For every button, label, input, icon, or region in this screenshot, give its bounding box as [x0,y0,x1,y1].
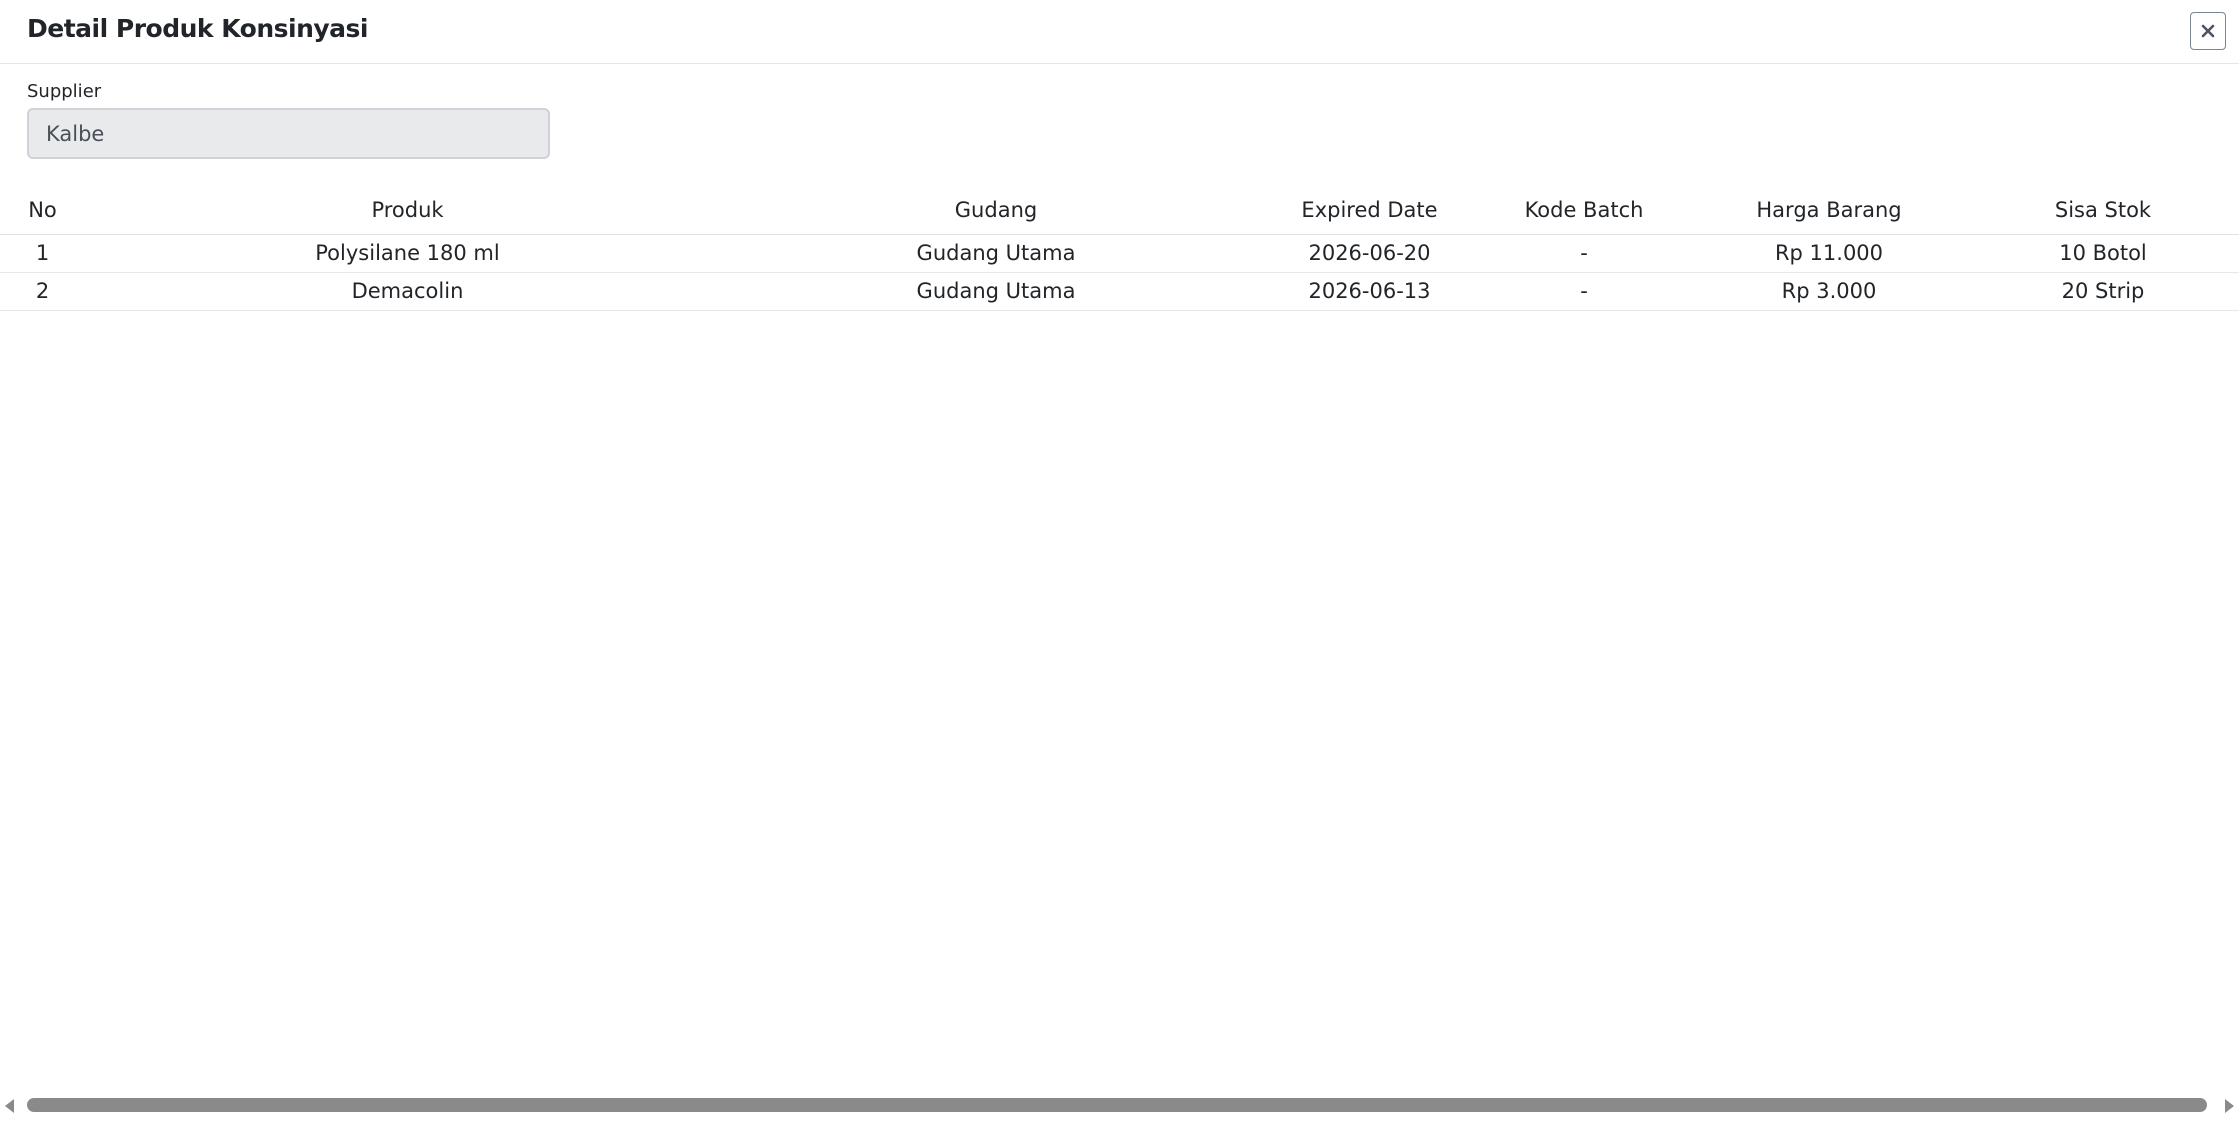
product-table: No Produk Gudang Expired Date Kode Batch… [0,186,2239,311]
cell-expired-date: 2026-06-13 [1262,272,1477,311]
scroll-left-arrow-icon[interactable] [5,1099,14,1113]
cell-produk: Demacolin [85,272,730,311]
table-row[interactable]: 1 Polysilane 180 ml Gudang Utama 2026-06… [0,234,2239,273]
cell-harga-barang: Rp 3.000 [1691,272,1967,311]
header-sisa-stok[interactable]: Sisa Stok [1967,186,2239,235]
cell-gudang: Gudang Utama [730,272,1262,311]
product-table-wrapper: No Produk Gudang Expired Date Kode Batch… [0,186,2239,311]
header-gudang[interactable]: Gudang [730,186,1262,235]
table-header-row: No Produk Gudang Expired Date Kode Batch… [0,186,2239,235]
modal-header: Detail Produk Konsinyasi [0,0,2239,64]
close-button[interactable] [2190,12,2226,50]
header-harga-barang[interactable]: Harga Barang [1691,186,1967,235]
cell-no: 2 [0,272,85,311]
cell-gudang: Gudang Utama [730,234,1262,273]
cell-produk: Polysilane 180 ml [85,234,730,273]
cell-no: 1 [0,234,85,273]
cell-harga-barang: Rp 11.000 [1691,234,1967,273]
header-kode-batch[interactable]: Kode Batch [1477,186,1691,235]
consignment-detail-modal: Detail Produk Konsinyasi Supplier No [0,0,2239,1137]
scroll-right-arrow-icon[interactable] [2225,1099,2234,1113]
table-row[interactable]: 2 Demacolin Gudang Utama 2026-06-13 - Rp… [0,272,2239,311]
scrollbar-thumb[interactable] [27,1098,2207,1112]
cell-sisa-stok: 10 Botol [1967,234,2239,273]
modal-title: Detail Produk Konsinyasi [27,14,369,43]
horizontal-scrollbar[interactable] [0,1094,2239,1116]
close-icon [2201,24,2215,38]
header-no[interactable]: No [0,186,85,235]
cell-expired-date: 2026-06-20 [1262,234,1477,273]
supplier-label: Supplier [27,81,102,102]
header-expired-date[interactable]: Expired Date [1262,186,1477,235]
header-produk[interactable]: Produk [85,186,730,235]
supplier-input[interactable] [27,108,550,159]
cell-kode-batch: - [1477,272,1691,311]
cell-sisa-stok: 20 Strip [1967,272,2239,311]
cell-kode-batch: - [1477,234,1691,273]
